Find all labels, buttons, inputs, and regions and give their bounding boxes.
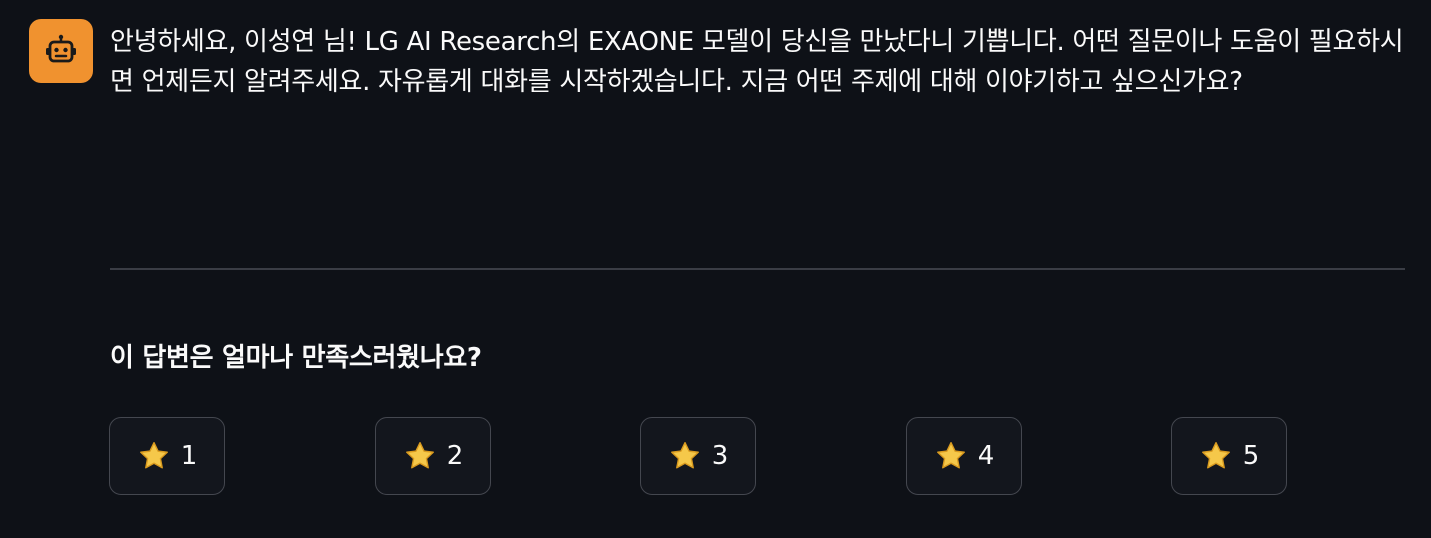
star-icon xyxy=(670,441,699,469)
rating-button-2[interactable]: 2 xyxy=(375,417,491,495)
robot-icon xyxy=(46,34,76,63)
star-icon xyxy=(1201,441,1230,469)
rating-button-1[interactable]: 1 xyxy=(109,417,225,495)
star-icon xyxy=(405,441,434,469)
star-icon xyxy=(936,441,965,469)
rating-label: 5 xyxy=(1242,441,1260,471)
star-icon xyxy=(139,441,168,469)
rating-label: 3 xyxy=(711,441,729,471)
chat-page: 안녕하세요, 이성연 님! LG AI Research의 EXAONE 모델이… xyxy=(0,0,1431,538)
assistant-message: 안녕하세요, 이성연 님! LG AI Research의 EXAONE 모델이… xyxy=(110,27,1404,97)
assistant-avatar xyxy=(29,19,93,83)
rating-label: 1 xyxy=(180,441,198,471)
rating-button-5[interactable]: 5 xyxy=(1171,417,1287,495)
rating-button-3[interactable]: 3 xyxy=(640,417,756,495)
rating-label: 4 xyxy=(977,441,995,471)
feedback-question: 이 답변은 얼마나 만족스러웠나요? xyxy=(110,343,482,373)
divider xyxy=(110,268,1405,270)
rating-button-4[interactable]: 4 xyxy=(906,417,1022,495)
rating-label: 2 xyxy=(446,441,464,471)
